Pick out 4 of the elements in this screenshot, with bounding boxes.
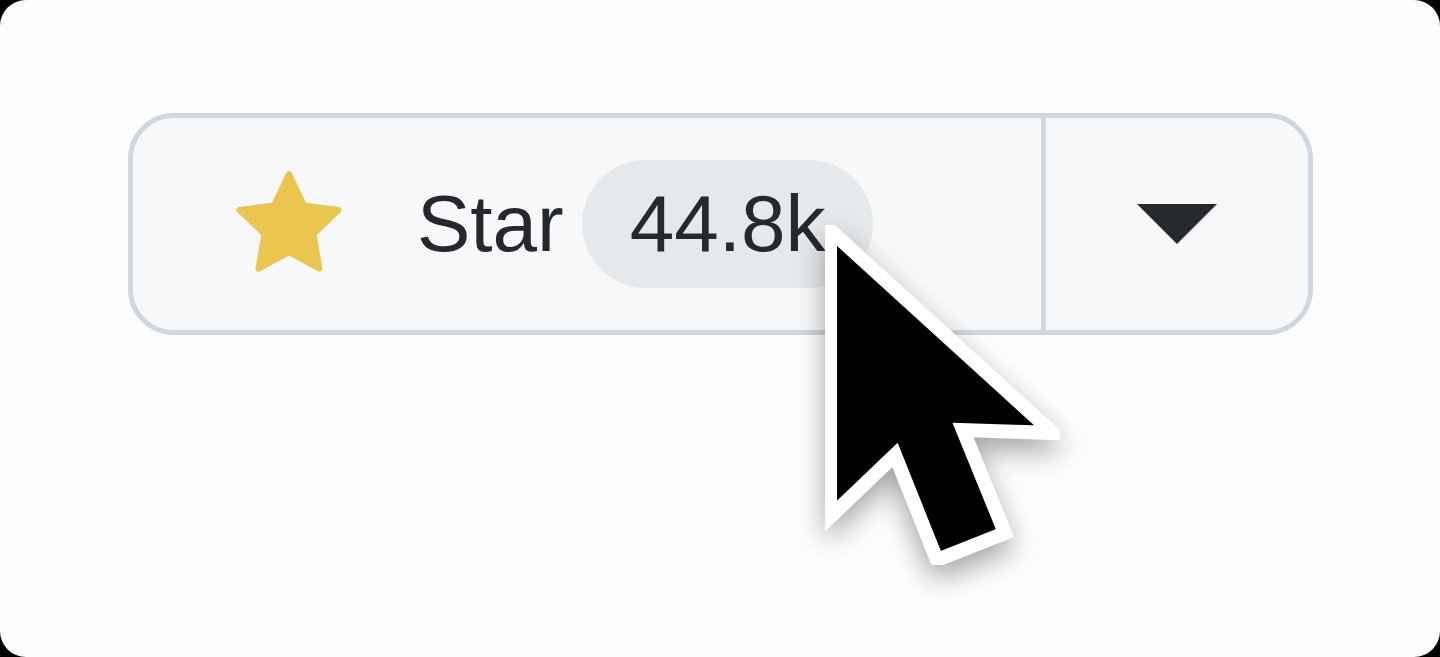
star-count: 44.8k bbox=[581, 160, 874, 288]
star-label: Star bbox=[417, 184, 564, 264]
caret-icon bbox=[1137, 204, 1217, 244]
star-button[interactable]: Star 44.8k bbox=[133, 118, 1046, 330]
